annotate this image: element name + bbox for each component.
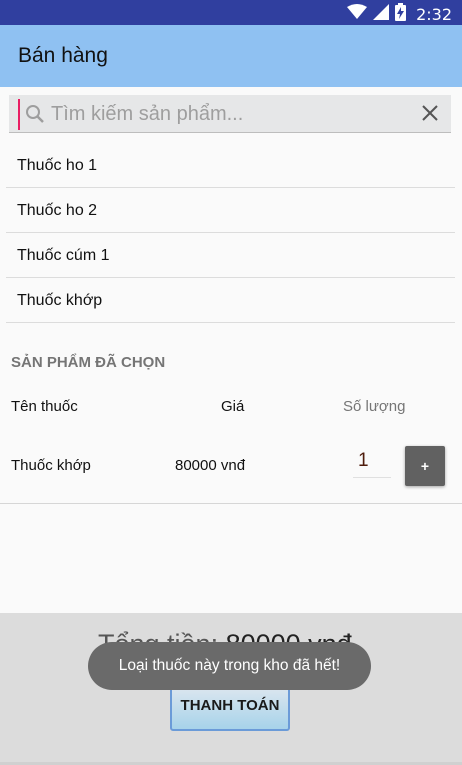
quantity-input[interactable]: 1 [353, 450, 391, 478]
list-item[interactable]: Thuốc ho 1 [6, 143, 455, 188]
selected-products-title: SẢN PHẨM ĐÃ CHỌN [11, 354, 166, 371]
close-icon[interactable] [421, 104, 439, 127]
row-price: 80000 vnđ [175, 457, 246, 474]
battery-charging-icon [395, 3, 407, 26]
search-icon [25, 104, 45, 129]
signal-icon [373, 4, 390, 25]
column-header-name: Tên thuốc [11, 398, 78, 415]
search-box[interactable] [9, 95, 451, 133]
app-title: Bán hàng [18, 44, 108, 67]
increase-quantity-button[interactable]: + [405, 446, 445, 486]
divider [0, 503, 462, 504]
status-bar: 2:32 [0, 0, 462, 25]
wifi-icon [347, 4, 368, 25]
status-time: 2:32 [416, 5, 452, 24]
toast-message: Loại thuốc này trong kho đã hết! [88, 642, 371, 690]
status-icons: 2:32 [347, 3, 452, 26]
list-item[interactable]: Thuốc khớp [6, 278, 455, 323]
row-product-name: Thuốc khớp [11, 457, 91, 474]
search-input[interactable] [51, 99, 411, 129]
app-bar: Bán hàng [0, 25, 462, 87]
list-item[interactable]: Thuốc cúm 1 [6, 233, 455, 278]
list-item[interactable]: Thuốc ho 2 [6, 188, 455, 233]
column-header-quantity: Số lượng [343, 398, 406, 415]
column-header-price: Giá [221, 398, 245, 415]
product-list: Thuốc ho 1 Thuốc ho 2 Thuốc cúm 1 Thuốc … [6, 143, 455, 323]
text-cursor [18, 99, 20, 130]
